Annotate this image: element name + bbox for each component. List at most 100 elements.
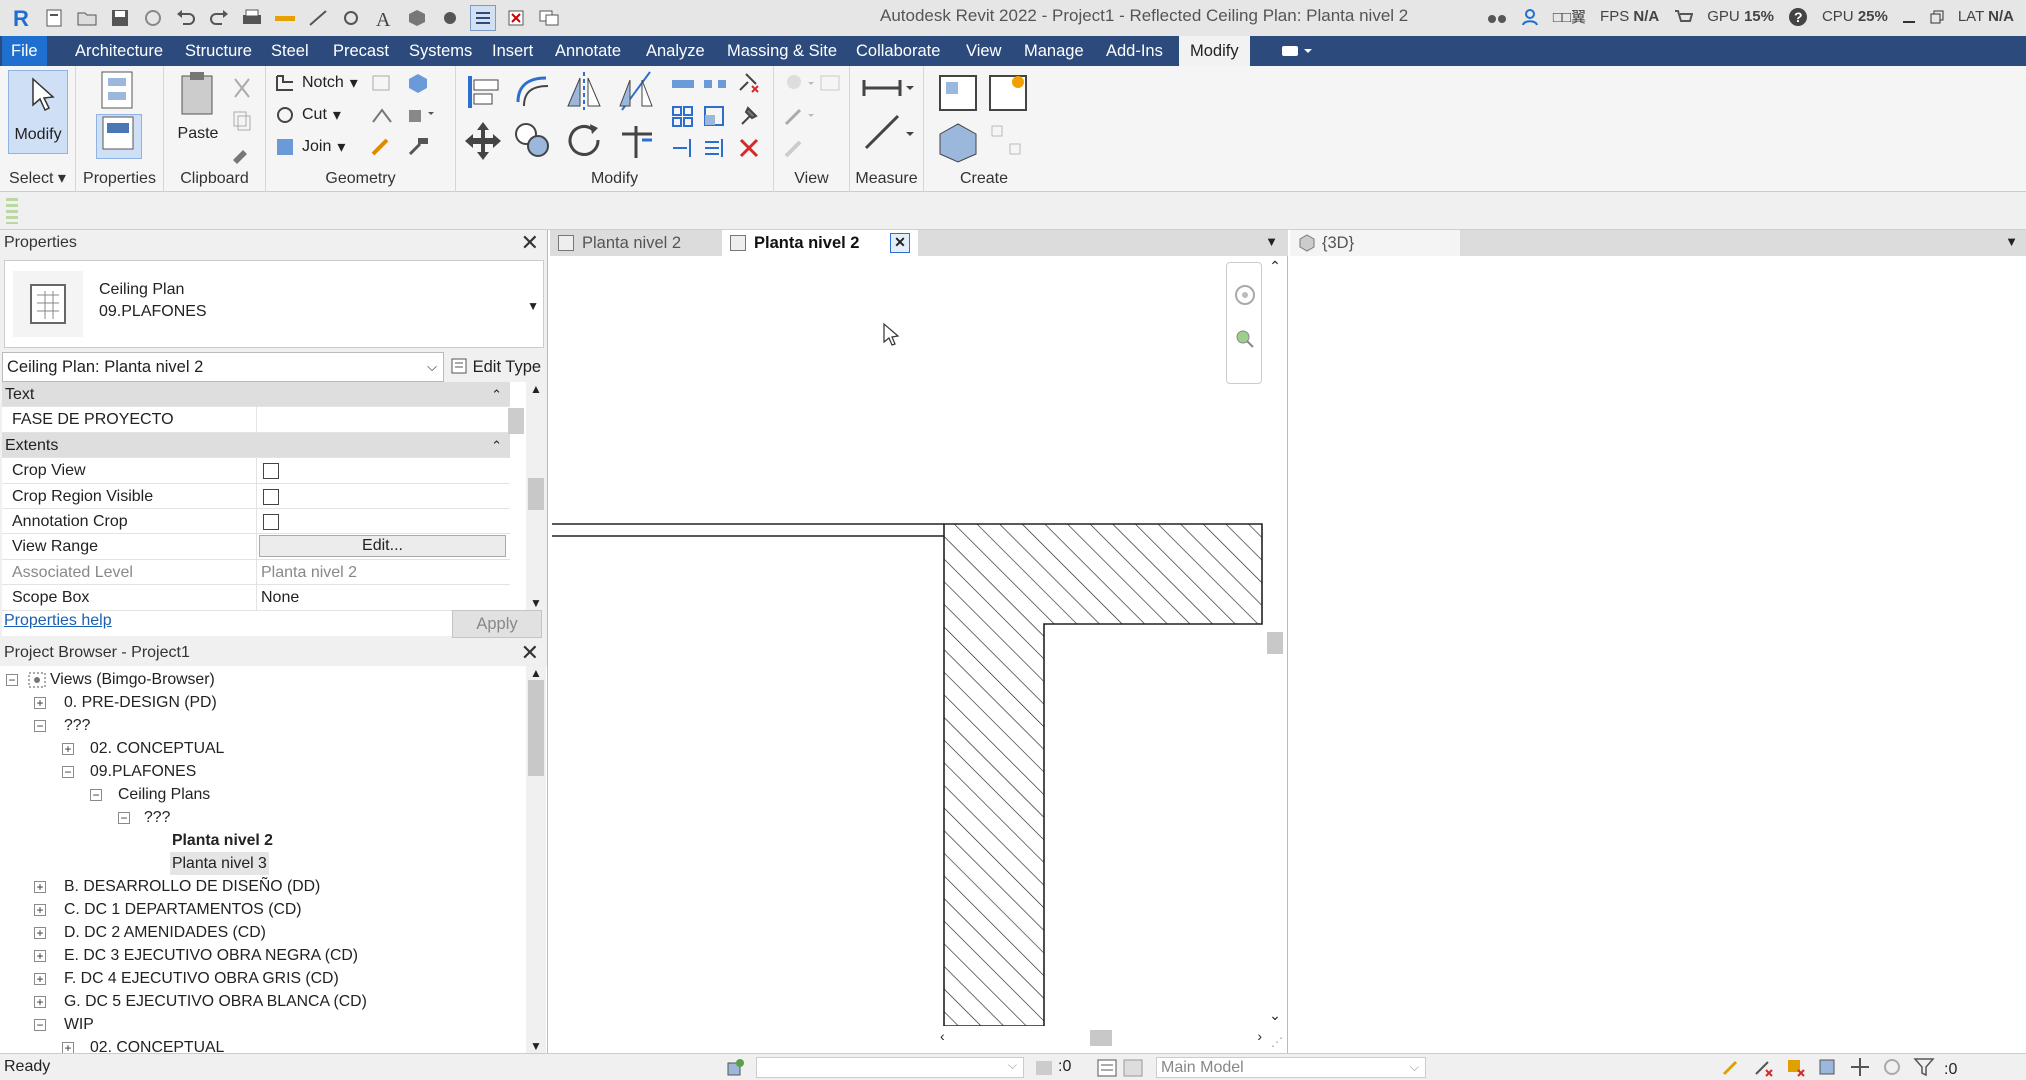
properties-toggle-icon[interactable] [96, 114, 142, 159]
tree-toggle[interactable]: + [34, 881, 46, 893]
3d-view-icon[interactable] [404, 5, 430, 31]
measure-icon[interactable] [272, 5, 298, 31]
filter-icon[interactable] [1912, 1056, 1936, 1080]
prop-row-fase-de-proyecto[interactable]: FASE DE PROYECTO [2, 407, 510, 433]
view-scroll-up-icon[interactable]: ⌃ [1264, 258, 1286, 275]
collapse-icon[interactable]: ⌃ [491, 382, 502, 407]
collapse-icon[interactable]: ⌃ [491, 433, 502, 458]
tree-toggle[interactable]: − [62, 766, 74, 778]
wall-joins-icon[interactable] [370, 72, 394, 99]
join-roof-icon[interactable] [370, 104, 394, 131]
tree-toggle[interactable]: − [34, 1019, 46, 1031]
prop-row-crop-view[interactable]: Crop View [2, 458, 510, 484]
workset-dropdown[interactable]: ⌵ [756, 1057, 1024, 1078]
user-icon[interactable] [1521, 8, 1539, 26]
split-gap-icon[interactable] [702, 72, 728, 101]
tree-toggle[interactable]: + [34, 950, 46, 962]
match-properties-icon[interactable] [230, 140, 254, 169]
select-dropdown[interactable]: Select ▾ [0, 168, 75, 188]
tab-analyze[interactable]: Analyze [637, 36, 714, 66]
crop-region-visible-checkbox[interactable] [263, 488, 279, 505]
select-underlay-icon[interactable] [1752, 1056, 1776, 1080]
trim-extend-multiple-icon[interactable] [702, 136, 728, 165]
select-by-face-icon[interactable] [1816, 1056, 1840, 1080]
join-button[interactable]: Join ▾ [274, 136, 345, 158]
copy-icon[interactable] [512, 120, 554, 167]
view-scroll-left-icon[interactable]: ‹ [940, 1028, 945, 1044]
tab-modify[interactable]: Modify [1179, 36, 1250, 66]
create-group-icon[interactable] [936, 120, 980, 169]
tab-steel[interactable]: Steel [262, 36, 318, 66]
help-icon[interactable]: ? [1788, 7, 1808, 27]
create-parts-icon[interactable] [986, 72, 1030, 119]
revit-logo-icon[interactable]: R [8, 5, 34, 31]
properties-help-link[interactable]: Properties help [4, 612, 112, 630]
tab-architecture[interactable]: Architecture [66, 36, 172, 66]
unpin-icon[interactable] [736, 70, 762, 99]
create-similar-icon[interactable] [986, 120, 1030, 169]
tab-manage[interactable]: Manage [1015, 36, 1093, 66]
pin-icon[interactable] [736, 104, 762, 133]
tab-systems[interactable]: Systems [400, 36, 481, 66]
tab-file[interactable]: File [2, 36, 47, 66]
apply-button[interactable]: Apply [452, 610, 542, 638]
scroll-thumb[interactable] [528, 478, 544, 510]
tree-toggle[interactable]: − [6, 674, 18, 686]
scroll-up-icon[interactable]: ▲ [526, 382, 546, 396]
print-icon[interactable] [239, 5, 265, 31]
tree-toggle[interactable]: + [62, 743, 74, 755]
tab-massing-site[interactable]: Massing & Site [718, 36, 846, 66]
trim-extend-corner-icon[interactable] [616, 120, 658, 167]
scroll-down-icon[interactable]: ▼ [526, 596, 546, 610]
open-icon[interactable] [41, 5, 67, 31]
type-selector[interactable]: Ceiling Plan 09.PLAFONES ▼ [4, 260, 544, 348]
mirror-pick-axis-icon[interactable] [564, 70, 606, 117]
design-option-dropdown[interactable]: Main Model ⌵ [1156, 1057, 1426, 1078]
array-icon[interactable] [670, 104, 696, 133]
select-links-icon[interactable] [1720, 1056, 1744, 1080]
view-horizontal-scrollbar[interactable]: ‹ › [940, 1026, 1262, 1050]
design-options-icon[interactable] [1096, 1057, 1118, 1080]
view-scroll-down-icon[interactable]: ⌄ [1264, 1007, 1286, 1024]
tab-view[interactable]: View [957, 36, 1010, 66]
notch-button[interactable]: Notch ▾ [274, 72, 358, 94]
offset-icon[interactable] [512, 70, 554, 117]
tree-toggle[interactable]: − [90, 789, 102, 801]
zoom-region-icon[interactable] [1233, 327, 1257, 356]
3d-canvas[interactable] [1290, 256, 2026, 1053]
mirror-draw-axis-icon[interactable] [616, 70, 658, 117]
cut-clipboard-icon[interactable] [230, 76, 254, 105]
steering-wheel-icon[interactable] [1233, 283, 1257, 312]
panel-switch-button[interactable] [1270, 36, 1322, 66]
paste-button[interactable]: Paste [176, 70, 220, 143]
cut-geometry-button[interactable]: Cut ▾ [274, 104, 341, 126]
instance-selector[interactable]: Ceiling Plan: Planta nivel 2 ⌵ [2, 352, 444, 382]
drawing-canvas[interactable] [550, 256, 1288, 1053]
linework-icon[interactable] [782, 136, 818, 165]
tree-toggle[interactable]: + [34, 927, 46, 939]
background-process-icon[interactable] [1880, 1056, 1904, 1080]
workset-icon[interactable] [724, 1057, 748, 1080]
close-hidden-icon[interactable] [503, 5, 529, 31]
tag-icon[interactable] [338, 5, 364, 31]
aligned-dimension-ribbon-icon[interactable] [860, 110, 916, 159]
view-tab-planta-nivel-2-active[interactable]: Planta nivel 2 ✕ [722, 230, 918, 256]
tab-annotate[interactable]: Annotate [546, 36, 630, 66]
binoculars-icon[interactable] [1487, 8, 1507, 26]
tab-insert[interactable]: Insert [483, 36, 542, 66]
delete-icon[interactable] [736, 136, 762, 165]
hammer-icon[interactable] [406, 136, 430, 163]
paint-icon[interactable] [406, 104, 436, 131]
split-face-icon[interactable] [406, 72, 430, 99]
properties-scrollbar[interactable]: ▲ ▼ [526, 382, 546, 610]
edit-type-button[interactable]: Edit Type [450, 352, 546, 382]
wall-geometry[interactable] [552, 523, 1263, 1027]
aligned-dimension-icon[interactable] [305, 5, 331, 31]
measure-distance-icon[interactable] [860, 74, 916, 109]
modify-button[interactable]: Modify [8, 70, 68, 154]
prop-row-view-range[interactable]: View Range Edit... [2, 534, 510, 560]
grid-inner-scrollbar[interactable] [508, 408, 524, 434]
create-assembly-icon[interactable] [936, 72, 980, 119]
drag-on-selection-icon[interactable] [1848, 1056, 1872, 1080]
type-properties-icon[interactable] [96, 70, 140, 115]
